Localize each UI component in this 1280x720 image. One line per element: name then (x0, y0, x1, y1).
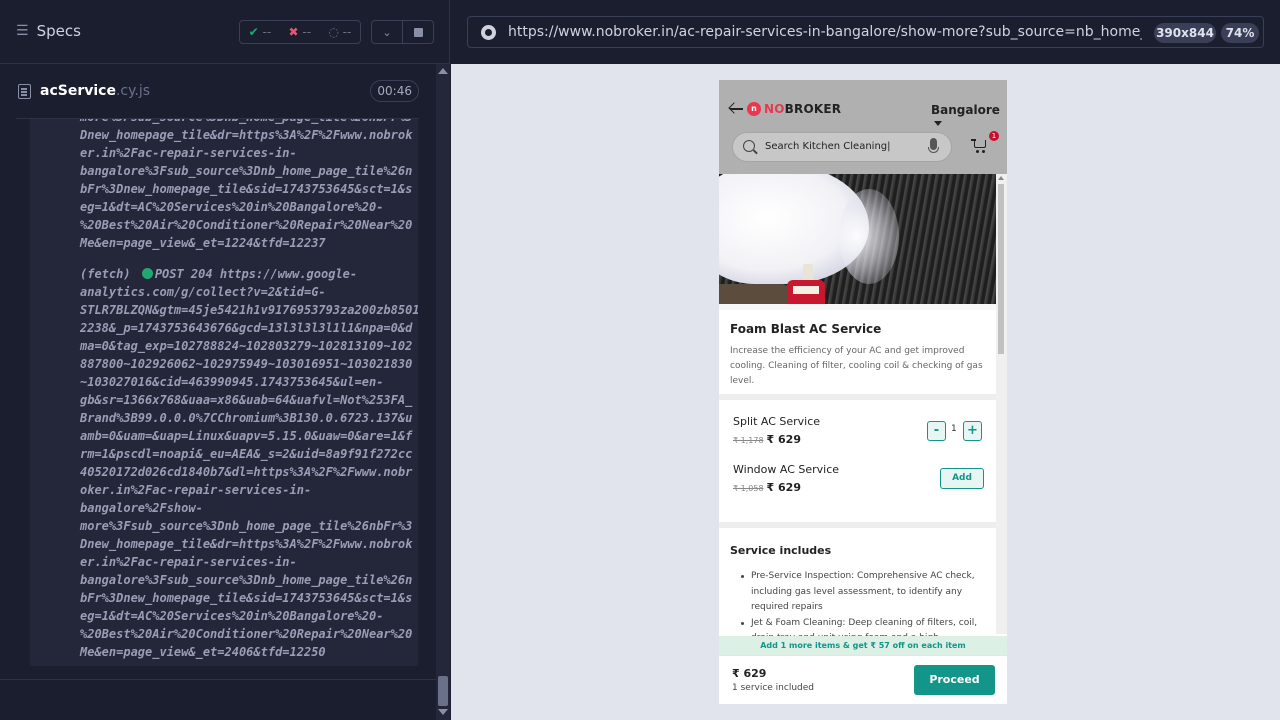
log-entry[interactable]: more%3Fsub_source%3Dnb_home_page_tile%26… (80, 119, 412, 252)
includes-title: Service includes (730, 544, 832, 557)
runner-topbar: ☰ Specs ✔ -- ✖ -- ◌ -- ⌄ (0, 0, 450, 64)
app-viewport: n NOBROKER Bangalore Search Kitchen Clea… (719, 80, 1007, 704)
offer-banner: Add 1 more items & get ₹ 57 off on each … (719, 636, 1007, 655)
stop-button[interactable] (402, 20, 434, 44)
passed-stat: ✔ -- (248, 25, 272, 39)
spec-file-name[interactable]: acService.cy.js (40, 83, 150, 99)
specs-label: Specs (36, 22, 81, 40)
back-arrow-icon[interactable] (729, 102, 743, 116)
log-scrollbar[interactable] (436, 64, 450, 720)
file-icon (18, 84, 31, 99)
scroll-down-icon[interactable] (438, 709, 448, 715)
stop-icon (413, 27, 423, 37)
divider (719, 522, 996, 528)
search-text: Search Kitchen Cleaning| (765, 141, 891, 152)
scroll-up-icon[interactable] (998, 176, 1004, 180)
scrollbar-thumb[interactable] (438, 676, 448, 706)
app-header: n NOBROKER Bangalore Search Kitchen Clea… (719, 80, 1007, 174)
globe-icon (481, 25, 496, 40)
scrollbar-thumb[interactable] (998, 184, 1004, 354)
nobroker-logo[interactable]: n NOBROKER (747, 102, 841, 116)
browser-header: https://www.nobroker.in/ac-repair-servic… (451, 0, 1280, 64)
log-entry-request[interactable]: (fetch) POST 204 https://www.google- (80, 265, 357, 283)
spec-file-bar: acService.cy.js 00:46 (16, 64, 419, 119)
divider (719, 304, 996, 310)
service-description: Increase the efficiency of your AC and g… (730, 346, 983, 386)
request-url: https://www.google- (219, 267, 358, 281)
total-subtext: 1 service included (732, 683, 815, 693)
cart-icon[interactable] (971, 138, 988, 153)
cart-count-badge: 1 (989, 131, 999, 141)
command-log: more%3Fsub_source%3Dnb_home_page_tile%26… (30, 119, 418, 666)
runner-panel: ☰ Specs ✔ -- ✖ -- ◌ -- ⌄ acService.cy.js… (0, 0, 450, 720)
search-icon (743, 140, 755, 152)
log-entry-body[interactable]: analytics.com/g/collect?v=2&tid=G- STLR7… (80, 283, 418, 661)
status-dot-icon (141, 268, 153, 279)
list-item: Pre-Service Inspection: Comprehensive AC… (739, 569, 979, 616)
checkout-footer: ₹ 629 1 service included Proceed (719, 655, 1007, 704)
specs-toggle[interactable]: ☰ Specs (16, 22, 81, 40)
option-price: ₹ 1,178 ₹ 629 (733, 433, 801, 446)
content-scrollbar[interactable] (996, 174, 1007, 634)
chevron-down-icon: ⌄ (382, 25, 392, 39)
search-input[interactable]: Search Kitchen Cleaning| (732, 132, 952, 162)
failed-stat: ✖ -- (288, 25, 312, 39)
city-selector[interactable]: Bangalore (931, 103, 1007, 131)
option-price: ₹ 1,058 ₹ 629 (733, 481, 801, 494)
microphone-icon[interactable] (928, 138, 939, 153)
run-timer: 00:46 (370, 80, 419, 102)
quantity-value: 1 (951, 424, 957, 434)
url-bar[interactable]: https://www.nobroker.in/ac-repair-servic… (467, 16, 1264, 48)
scroll-up-icon[interactable] (438, 68, 448, 74)
add-button[interactable]: Add (940, 468, 984, 489)
service-title: Foam Blast AC Service (730, 322, 882, 336)
increment-button[interactable]: + (963, 421, 982, 441)
check-icon: ✔ (248, 25, 259, 39)
divider (719, 394, 996, 400)
menu-icon: ☰ (16, 23, 29, 39)
collapse-button[interactable]: ⌄ (371, 20, 403, 44)
option-name: Split AC Service (733, 415, 821, 428)
url-text: https://www.nobroker.in/ac-repair-servic… (508, 24, 1142, 40)
caret-down-icon (934, 121, 942, 126)
option-name: Window AC Service (733, 463, 840, 476)
browser-area: https://www.nobroker.in/ac-repair-servic… (451, 0, 1280, 720)
pending-stat: ◌ -- (328, 25, 352, 39)
zoom-badge: 74% (1221, 23, 1259, 43)
total-price: ₹ 629 (732, 667, 767, 680)
request-status: POST 204 (154, 267, 213, 281)
divider (0, 679, 436, 680)
proceed-button[interactable]: Proceed (914, 665, 995, 695)
test-stats: ✔ -- ✖ -- ◌ -- (239, 20, 361, 44)
x-icon: ✖ (288, 25, 299, 39)
decrement-button[interactable]: - (927, 421, 946, 441)
viewport-size-badge: 390x844 (1154, 23, 1216, 43)
pending-icon: ◌ (328, 25, 339, 39)
logo-mark-icon: n (747, 102, 761, 116)
request-type: (fetch) (80, 267, 131, 281)
service-image (719, 174, 996, 304)
